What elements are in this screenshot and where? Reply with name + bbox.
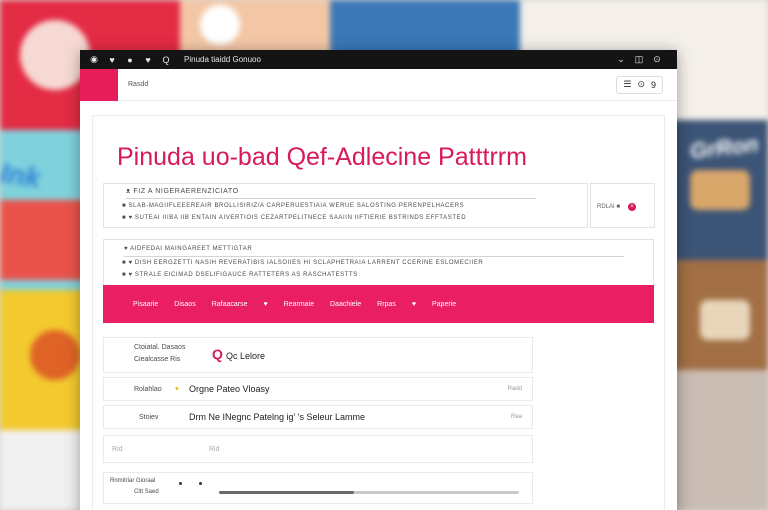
side-card-label: RDLAI ■: [597, 204, 620, 210]
category-link[interactable]: Rafaacarse: [212, 301, 248, 308]
window-titlebar: ◉ ♥ ● ♥ Q Pinuda tiaidd Gonuoo ⌄ ◫ ⊙: [80, 50, 677, 69]
list-item[interactable]: Rolahlao ✦ Orgne Pateo Vloasy Radd: [103, 377, 533, 401]
list-item[interactable]: Stoiev Drm Ne INegnc Patelng ig' 's Sele…: [103, 405, 533, 429]
close-icon[interactable]: ×: [628, 203, 636, 211]
row-label: Rnmitriar Gioraal: [110, 478, 156, 484]
page-title: Pinuda uo-bad Qef-Adlecine Patttrrm: [117, 143, 527, 171]
menu-icon[interactable]: ☰: [623, 79, 631, 90]
divider: [124, 256, 624, 257]
category-link[interactable]: Rearmaie: [284, 301, 314, 308]
row-label: Rid: [112, 446, 123, 453]
card-text: ■ ♥ STRALE EICIMAD DSELIFIGAUCE RATTETER…: [122, 272, 358, 278]
info-card: ᴥ FIZ A NIGERAERENZICIATO ■ SLAB-MAGIIFL…: [103, 183, 588, 228]
heart-icon[interactable]: ♥: [412, 301, 416, 308]
list-item[interactable]: Ctoiatal. Dasaos Ciealcasse Ris Q Qc Lel…: [103, 337, 533, 373]
site-navbar: Rasdd ☰ ⊙ 9: [80, 68, 677, 101]
category-link[interactable]: Daachiele: [330, 301, 361, 308]
browser-window: ◉ ♥ ● ♥ Q Pinuda tiaidd Gonuoo ⌄ ◫ ⊙ Ras…: [80, 50, 677, 510]
card-text: ■ ♥ DISH EERGZETTI NASIH REVERATIBIS IAL…: [122, 260, 484, 266]
search-icon[interactable]: Q: [212, 346, 223, 362]
side-card[interactable]: RDLAI ■ ×: [590, 183, 655, 228]
dot-icon: [179, 482, 182, 485]
window-title: Pinuda tiaidd Gonuoo: [184, 55, 261, 64]
heart-icon[interactable]: ♥: [264, 301, 268, 308]
user-icon[interactable]: 9: [651, 80, 656, 90]
category-link[interactable]: Pisaarie: [133, 301, 158, 308]
progress-slider[interactable]: [219, 491, 519, 494]
close-icon[interactable]: ⊙: [651, 54, 663, 65]
card-text: ♥ AIDFEDAI MAINGAREET METTIGTAR: [124, 246, 253, 252]
restore-icon[interactable]: ◫: [633, 54, 645, 65]
row-value: Orgne Pateo Vloasy: [189, 384, 270, 394]
search-icon[interactable]: ⊙: [637, 79, 645, 90]
brand-logo[interactable]: [80, 68, 118, 101]
row-label: Rid: [209, 446, 220, 453]
divider: [126, 198, 536, 199]
category-bar: Pisaarie Disaos Rafaacarse ♥ Rearmaie Da…: [103, 285, 654, 323]
category-link[interactable]: Disaos: [174, 301, 195, 308]
info-card: ♥ AIDFEDAI MAINGAREET METTIGTAR ■ ♥ DISH…: [103, 239, 654, 287]
heart-icon[interactable]: ♥: [106, 55, 118, 65]
card-title: ᴥ FIZ A NIGERAERENZICIATO: [126, 188, 239, 195]
dot-icon: [199, 482, 202, 485]
row-meta: Rea: [510, 414, 522, 420]
search-icon[interactable]: Q: [160, 55, 172, 65]
row-label: Ciealcasse Ris: [134, 356, 181, 363]
category-link[interactable]: Rrpas: [377, 301, 396, 308]
nav-link[interactable]: Rasdd: [128, 81, 148, 88]
minimize-icon[interactable]: ⌄: [615, 54, 627, 65]
row-sublabel: Cltt Saed: [134, 489, 159, 495]
row-label: Stoiev: [139, 414, 159, 421]
row-label: Ctoiatal. Dasaos: [134, 344, 186, 351]
app-icon[interactable]: ◉: [88, 54, 100, 65]
list-item[interactable]: Rid Rid: [103, 435, 533, 463]
list-item[interactable]: Rnmitriar Gioraal Cltt Saed: [103, 472, 533, 504]
main-content: Pinuda uo-bad Qef-Adlecine Patttrrm ᴥ FI…: [92, 115, 665, 510]
slider-fill: [219, 491, 354, 494]
heart-icon[interactable]: ♥: [142, 55, 154, 65]
row-meta: Radd: [507, 386, 522, 392]
sparkle-icon: ✦: [174, 386, 180, 393]
chat-icon[interactable]: ●: [124, 55, 136, 65]
row-label: Rolahlao: [134, 386, 162, 393]
row-value: Qc Lelore: [226, 351, 266, 361]
collage-decoration: Ink: [0, 157, 43, 194]
card-text: ■ ♥ SUTEAI IIIBA IIB ENTAIN AIVERTIOIS C…: [122, 215, 467, 221]
card-text: ■ SLAB-MAGIIFLEEEREAIR BROLLISIRIZ/A CAR…: [122, 203, 465, 209]
nav-tools: ☰ ⊙ 9: [616, 75, 663, 94]
category-link[interactable]: Paperie: [432, 301, 456, 308]
row-value: Drm Ne INegnc Patelng ig' 's Seleur Lamm…: [189, 412, 366, 422]
